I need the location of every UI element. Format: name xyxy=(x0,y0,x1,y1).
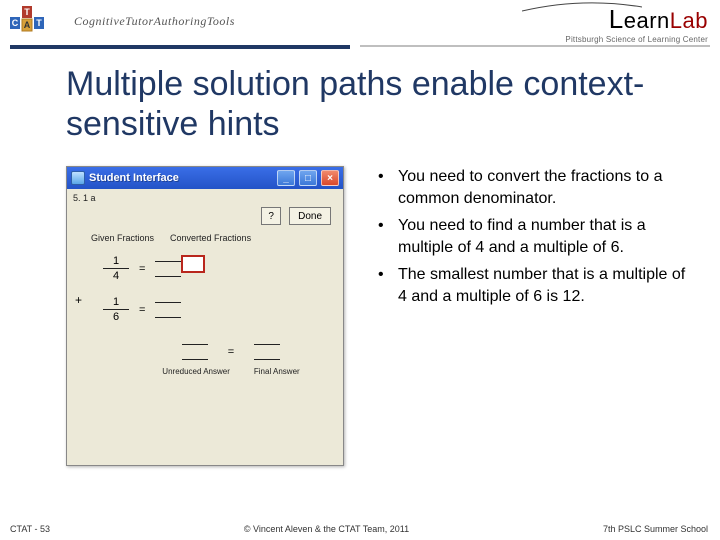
slide-body: Student Interface _ □ × 5. 1 a ? Done Gi… xyxy=(66,166,690,494)
final-answer[interactable] xyxy=(254,343,280,361)
header-rule-primary xyxy=(10,45,350,49)
svg-text:A: A xyxy=(24,20,31,30)
app-icon xyxy=(71,171,85,185)
denominator: 4 xyxy=(113,270,119,282)
svg-text:T: T xyxy=(24,7,30,17)
svg-text:C: C xyxy=(12,18,19,28)
learnlab-logo: LearnLab Pittsburgh Science of Learning … xyxy=(565,4,708,44)
numerator-input-1[interactable] xyxy=(181,255,205,273)
plus-sign: + xyxy=(75,293,82,307)
learnlab-tagline: Pittsburgh Science of Learning Center xyxy=(565,35,708,44)
done-button[interactable]: Done xyxy=(289,207,331,225)
converted-fraction-2 xyxy=(155,301,181,319)
label-final: Final Answer xyxy=(254,367,300,376)
footer-left: CTAT - 53 xyxy=(10,524,50,534)
slide-header: C T A T CognitiveTutorAuthoringTools Lea… xyxy=(0,0,720,62)
numerator: 1 xyxy=(113,296,119,308)
hint-button[interactable]: ? xyxy=(261,207,281,225)
converted-fraction-1 xyxy=(155,260,181,278)
learnlab-lead: L xyxy=(609,4,624,34)
hint-bullet: The smallest number that is a multiple o… xyxy=(374,264,690,307)
minimize-button[interactable]: _ xyxy=(277,170,295,186)
hints-text: You need to convert the fractions to a c… xyxy=(374,166,690,314)
denominator: 6 xyxy=(113,311,119,323)
svg-text:T: T xyxy=(36,18,42,28)
hint-bullet: You need to find a number that is a mult… xyxy=(374,215,690,258)
ctat-subtitle: CognitiveTutorAuthoringTools xyxy=(74,14,235,29)
given-fraction-1: 1 4 xyxy=(103,255,129,282)
unreduced-answer[interactable] xyxy=(182,343,208,361)
column-header-given: Given Fractions xyxy=(91,233,154,243)
ctat-logo: C T A T xyxy=(10,6,67,42)
header-rule-secondary xyxy=(360,45,710,47)
close-button[interactable]: × xyxy=(321,170,339,186)
label-unreduced: Unreduced Answer xyxy=(162,367,230,376)
slide-footer: CTAT - 53 © Vincent Aleven & the CTAT Te… xyxy=(10,524,708,534)
student-interface-window: Student Interface _ □ × 5. 1 a ? Done Gi… xyxy=(66,166,344,466)
hint-bullet: You need to convert the fractions to a c… xyxy=(374,166,690,209)
numerator: 1 xyxy=(113,255,119,267)
maximize-button[interactable]: □ xyxy=(299,170,317,186)
learnlab-accent: Lab xyxy=(670,8,708,33)
column-header-converted: Converted Fractions xyxy=(170,233,251,243)
equals-sign: = xyxy=(139,263,145,275)
window-titlebar: Student Interface _ □ × xyxy=(67,167,343,189)
equals-sign: = xyxy=(139,304,145,316)
footer-right: 7th PSLC Summer School xyxy=(603,524,708,534)
window-title: Student Interface xyxy=(89,172,273,184)
given-fraction-2: 1 6 xyxy=(103,296,129,323)
slide-title: Multiple solution paths enable context-s… xyxy=(66,64,690,144)
fraction-row-1: 1 4 = xyxy=(103,255,333,282)
answer-row: = xyxy=(129,343,333,361)
learnlab-mid: earn xyxy=(624,8,670,33)
equals-sign: = xyxy=(228,346,234,358)
footer-center: © Vincent Aleven & the CTAT Team, 2011 xyxy=(244,524,409,534)
problem-id: 5. 1 a xyxy=(67,189,343,205)
fraction-row-2: 1 6 = xyxy=(103,296,333,323)
